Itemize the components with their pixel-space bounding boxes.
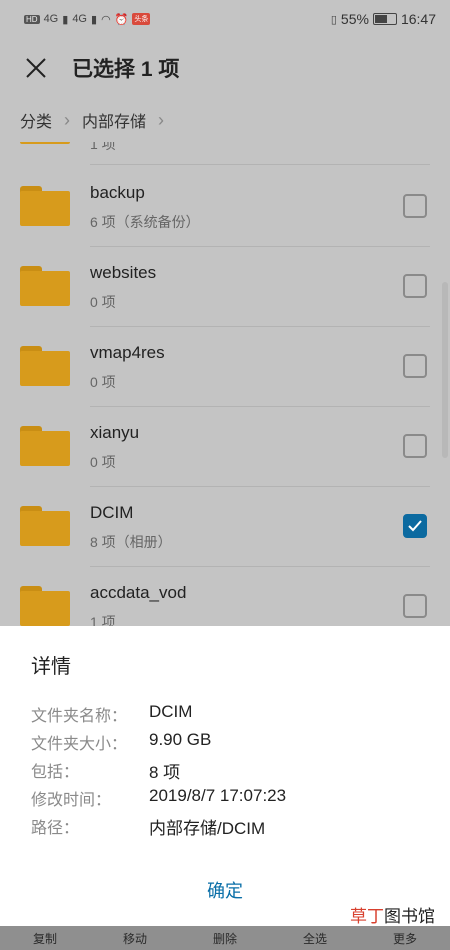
detail-label: 文件夹名称： — [31, 708, 128, 725]
close-icon — [26, 58, 46, 78]
list-item-meta: 1 项 — [90, 142, 116, 152]
list-item-meta: 6 项（系统备份） — [90, 214, 200, 230]
folder-icon — [20, 346, 70, 386]
vibrate-icon: ▯ — [330, 13, 337, 26]
watermark-part1: 草丁 — [350, 907, 384, 926]
watermark: 草丁图书馆 — [350, 902, 435, 927]
chevron-right-icon: › — [64, 109, 71, 130]
list-item-partial[interactable]: 1 项 — [0, 142, 450, 165]
copy-button[interactable]: 复制 — [0, 930, 90, 947]
folder-icon — [20, 426, 70, 466]
list-item-meta: 0 项 — [90, 454, 116, 470]
checkbox[interactable] — [403, 594, 427, 618]
detail-label: 包括： — [31, 764, 80, 781]
list-item-name: xianyu — [90, 423, 140, 442]
wifi-icon: ◠ — [101, 13, 111, 26]
battery-icon — [372, 13, 397, 25]
watermark-part2: 图书馆 — [384, 907, 435, 926]
folder-icon — [20, 142, 70, 144]
chevron-right-icon-2: › — [158, 109, 165, 130]
page-title: 已选择 1 项 — [72, 58, 180, 81]
file-list[interactable]: 1 项 backup 6 项（系统备份） websites 0 项 vmap4r… — [0, 142, 450, 626]
sheet-title: 详情 — [31, 656, 71, 678]
folder-icon — [20, 586, 70, 626]
detail-value: 2019/8/7 17:07:23 — [149, 786, 287, 805]
checkbox[interactable] — [403, 434, 427, 458]
status-bar: HD 4G ▮ 4G ▮ ◠ ⏰ 头条 ▯ 55% 16:47 — [0, 0, 450, 38]
list-item-name: accdata_vod — [90, 583, 187, 602]
scrollbar[interactable] — [442, 282, 448, 458]
status-right: ▯ 55% 16:47 — [331, 11, 436, 27]
move-button[interactable]: 移动 — [90, 930, 180, 947]
list-item-meta: 8 项（相册） — [90, 534, 172, 550]
list-item[interactable]: backup 6 项（系统备份） — [0, 166, 450, 247]
detail-value: 9.90 GB — [149, 730, 212, 749]
detail-value: DCIM — [149, 702, 193, 721]
detail-value: 内部存储/DCIM — [149, 819, 266, 838]
signal-4g-icon: 4G — [43, 13, 59, 25]
alarm-icon: ⏰ — [114, 13, 129, 26]
folder-icon — [20, 266, 70, 306]
checkbox-checked[interactable] — [403, 514, 427, 538]
list-item[interactable]: xianyu 0 项 — [0, 406, 450, 487]
clock: 16:47 — [400, 11, 436, 27]
detail-label: 文件夹大小： — [31, 736, 128, 753]
detail-value: 8 项 — [149, 763, 181, 782]
battery-percent: 55% — [340, 11, 369, 27]
folder-icon — [20, 506, 70, 546]
close-button[interactable] — [0, 38, 72, 98]
detail-label: 修改时间： — [31, 792, 112, 809]
breadcrumb-item-category[interactable]: 分类 — [20, 108, 52, 132]
hd-badge: HD — [24, 14, 40, 24]
list-item-name: DCIM — [90, 503, 134, 522]
checkbox[interactable] — [403, 354, 427, 378]
status-left: HD 4G ▮ 4G ▮ ◠ ⏰ 头条 — [24, 13, 151, 26]
more-button[interactable]: 更多 — [360, 930, 450, 947]
list-item-selected[interactable]: DCIM 8 项（相册） — [0, 486, 450, 567]
select-all-button[interactable]: 全选 — [270, 930, 360, 947]
folder-icon — [20, 186, 70, 226]
notification-badge: 头条 — [132, 13, 151, 25]
signal-bars-icon-2: ▮ — [91, 13, 98, 26]
checkbox[interactable] — [403, 194, 427, 218]
bottom-action-bar: 复制 移动 删除 全选 更多 — [0, 926, 450, 950]
signal-4g-icon-2: 4G — [72, 13, 87, 25]
list-item[interactable]: websites 0 项 — [0, 246, 450, 327]
list-item-meta: 0 项 — [90, 374, 116, 390]
delete-button[interactable]: 删除 — [180, 930, 270, 947]
confirm-button[interactable]: 确定 — [175, 876, 275, 906]
checkbox[interactable] — [403, 274, 427, 298]
divider — [90, 164, 430, 165]
checkmark-icon — [408, 520, 422, 532]
breadcrumb: 分类 › 内部存储 › — [0, 98, 450, 142]
detail-label: 路径： — [31, 820, 80, 837]
list-item[interactable]: vmap4res 0 项 — [0, 326, 450, 407]
list-item-name: vmap4res — [90, 343, 165, 362]
title-bar: 已选择 1 项 — [0, 38, 450, 98]
list-item-name: backup — [90, 183, 145, 202]
signal-bars-icon: ▮ — [62, 13, 69, 26]
list-item-meta: 0 项 — [90, 294, 116, 310]
breadcrumb-item-internal-storage[interactable]: 内部存储 — [82, 108, 146, 132]
list-item[interactable]: accdata_vod 1 项 — [0, 566, 450, 626]
list-item-name: websites — [90, 263, 157, 282]
details-sheet: 详情 文件夹名称： DCIM 文件夹大小： 9.90 GB 包括： 8 项 修改… — [0, 626, 450, 926]
list-item-meta: 1 项 — [90, 614, 116, 626]
